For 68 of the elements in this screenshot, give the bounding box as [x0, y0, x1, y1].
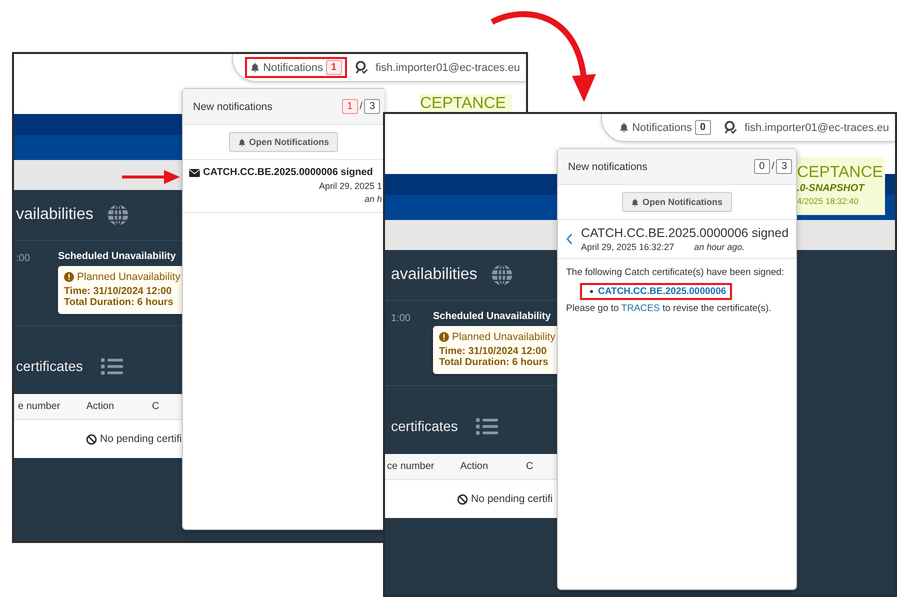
user-email[interactable]: fish.importer01@ec-traces.eu [376, 62, 520, 74]
open-notifications-button[interactable]: Open Notifications [622, 192, 732, 212]
column-header: Action [460, 461, 488, 472]
unread-count: 1 [342, 99, 358, 114]
notification-title[interactable]: CATCH.CC.BE.2025.0000006 signed [203, 167, 373, 178]
section-title: vailabilities [16, 206, 94, 224]
badge-text: .0-SNAPSHOT [797, 184, 866, 194]
column-header: C [526, 461, 534, 472]
notification-message: The following Catch certificate(s) have been signed: [566, 267, 786, 278]
bell-icon [631, 198, 640, 206]
ban-icon [86, 434, 97, 444]
section-title: availabilities [391, 266, 478, 284]
time-text: Time: 31/10/2024 12:00 [439, 346, 548, 357]
notification-date: April 29, 2025 1 [318, 181, 382, 191]
time-label: :00 [16, 252, 31, 266]
dropdown-title: New notifications [568, 160, 648, 172]
column-header: e number [18, 401, 60, 412]
bullet-icon [590, 290, 593, 293]
revise-instruction: Please go to TRACES to revise the certificate(s). [566, 303, 772, 314]
unread-count: 0 [754, 159, 770, 174]
certificate-link[interactable]: CATCH.CC.BE.2025.0000006 [598, 286, 726, 297]
bell-icon [250, 62, 260, 73]
time-text: Time: 31/10/2024 12:00 [64, 286, 173, 297]
bell-icon [619, 122, 630, 133]
notice-label: Planned Unavailability [77, 271, 180, 283]
notifications-button[interactable]: Notifications 1 [245, 57, 347, 78]
globe-icon [107, 204, 130, 226]
notification-date: April 29, 2025 16:32:27 [581, 242, 674, 252]
notification-age: an h [363, 194, 382, 204]
count-separator: / [772, 161, 774, 172]
badge-text: CEPTANCE [797, 165, 884, 181]
column-header: ce number [387, 461, 434, 472]
time-label: 1:00 [391, 312, 412, 326]
badge-text: 4/2025 18:32:40 [797, 197, 860, 206]
total-count: 3 [364, 99, 380, 114]
user-check-icon [354, 61, 368, 74]
duration-text: Total Duration: 6 hours [64, 297, 174, 308]
count-separator: / [360, 101, 362, 112]
dropdown-title: New notifications [193, 100, 272, 112]
warning-icon [439, 332, 449, 342]
duration-text: Total Duration: 6 hours [439, 357, 550, 368]
section-title: certificates [16, 358, 83, 374]
traces-link[interactable]: TRACES [621, 303, 660, 314]
schedule-heading: Scheduled Unavailability [433, 311, 552, 322]
user-email[interactable]: fish.importer01@ec-traces.eu [744, 122, 889, 134]
warning-icon [64, 272, 74, 282]
notification-age: an hour ago. [694, 242, 745, 252]
back-chevron-icon [566, 233, 573, 245]
globe-icon [491, 264, 514, 286]
notice-label: Planned Unavailability [452, 331, 556, 343]
empty-message: No pending certifi [100, 433, 182, 445]
badge-text: CEPTANCE [420, 96, 507, 112]
column-header: Action [86, 401, 114, 412]
envelope-icon [189, 168, 200, 176]
column-header: C [152, 401, 160, 412]
ban-icon [457, 494, 468, 504]
notification-count: 0 [694, 120, 711, 135]
total-count: 3 [776, 159, 792, 174]
notification-count: 1 [326, 60, 342, 75]
section-title: certificates [391, 418, 458, 434]
notification-title: CATCH.CC.BE.2025.0000006 signed [581, 226, 789, 240]
user-check-icon [724, 121, 737, 134]
schedule-heading: Scheduled Unavailability [58, 251, 177, 262]
open-notifications-button[interactable]: Open Notifications [228, 132, 338, 152]
list-icon [476, 416, 498, 436]
bell-icon [238, 138, 246, 146]
empty-message: No pending certifi [471, 493, 553, 505]
list-icon [100, 356, 123, 376]
